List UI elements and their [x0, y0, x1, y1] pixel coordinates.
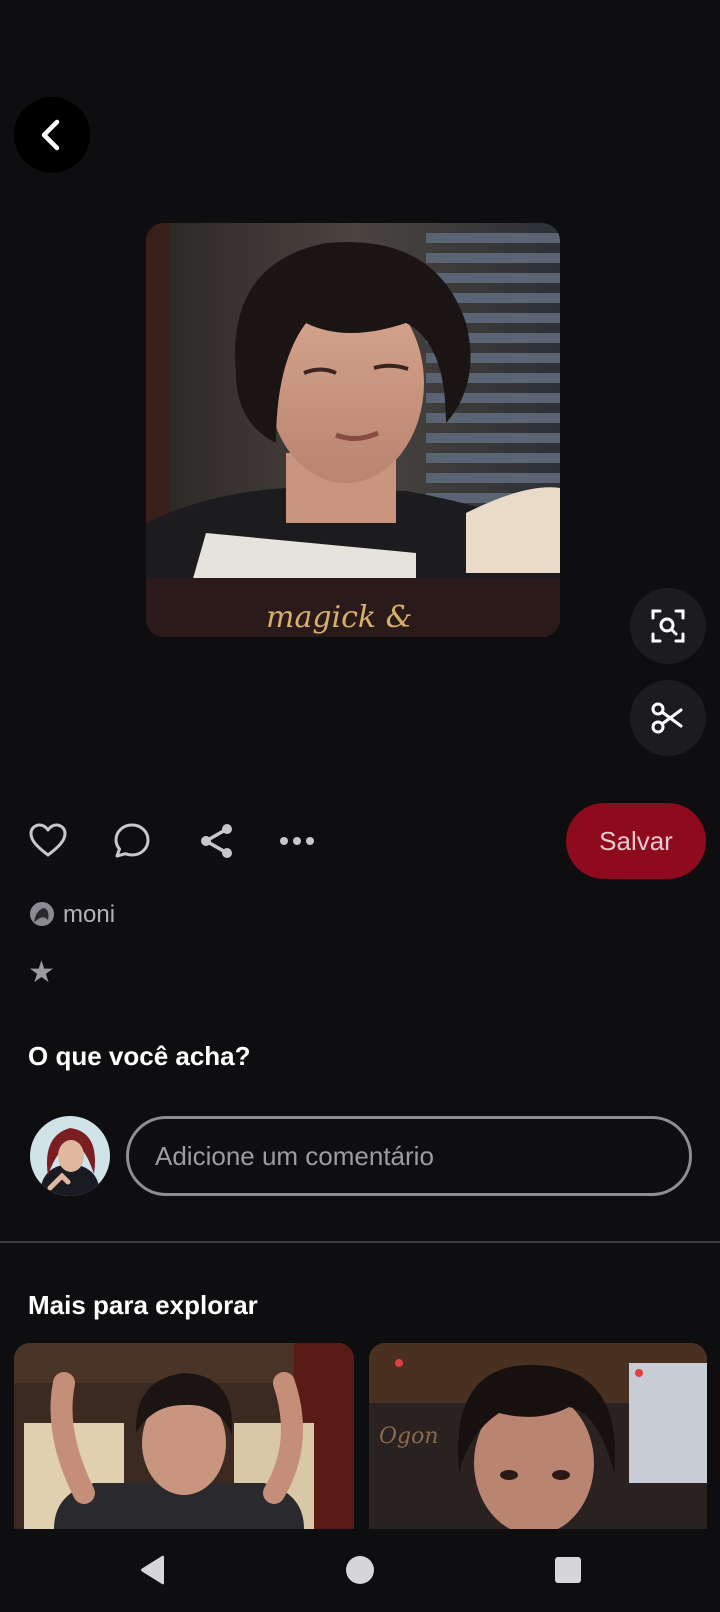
share-icon	[201, 824, 232, 858]
square-recents-icon	[555, 1557, 581, 1583]
system-recents-button[interactable]	[543, 1545, 593, 1595]
visual-search-icon	[651, 609, 685, 643]
chevron-left-icon	[41, 119, 60, 151]
visual-search-button[interactable]	[630, 588, 706, 664]
speech-bubble-icon	[114, 823, 150, 858]
share-button[interactable]	[193, 817, 241, 865]
explore-title: Mais para explorar	[28, 1290, 258, 1320]
divider	[0, 1241, 720, 1243]
back-button[interactable]	[14, 97, 90, 173]
comment-button[interactable]	[108, 817, 156, 865]
pin-image[interactable]: magick &	[146, 223, 560, 637]
explore-pin-1-image	[14, 1343, 354, 1529]
circle-home-icon	[346, 1556, 374, 1584]
system-home-button[interactable]	[335, 1545, 385, 1595]
cut-button[interactable]	[630, 680, 706, 756]
explore-pin-2-image: Ogon	[369, 1343, 707, 1529]
user-avatar-image	[30, 1116, 110, 1196]
scissors-icon	[651, 702, 683, 734]
triangle-back-icon	[141, 1555, 164, 1585]
save-button[interactable]: Salvar	[566, 803, 706, 879]
explore-pin-1[interactable]	[14, 1343, 354, 1529]
comments-title: O que você acha?	[28, 1041, 251, 1071]
svg-text:Ogon: Ogon	[379, 1424, 439, 1449]
user-avatar	[30, 1116, 110, 1196]
author-name[interactable]: moni	[63, 900, 115, 930]
author-avatar[interactable]	[30, 902, 54, 926]
more-dots-icon	[280, 837, 314, 845]
system-back-button[interactable]	[128, 1545, 178, 1595]
star-icon[interactable]: ★	[28, 955, 55, 991]
comment-input[interactable]	[126, 1116, 692, 1196]
svg-text:magick &: magick &	[266, 600, 412, 635]
more-options-button[interactable]	[273, 817, 321, 865]
author-avatar-image	[30, 902, 54, 926]
pin-photo: magick &	[146, 223, 560, 637]
explore-pin-2[interactable]: Ogon	[369, 1343, 707, 1529]
heart-icon	[29, 823, 67, 857]
like-button[interactable]	[24, 817, 72, 865]
